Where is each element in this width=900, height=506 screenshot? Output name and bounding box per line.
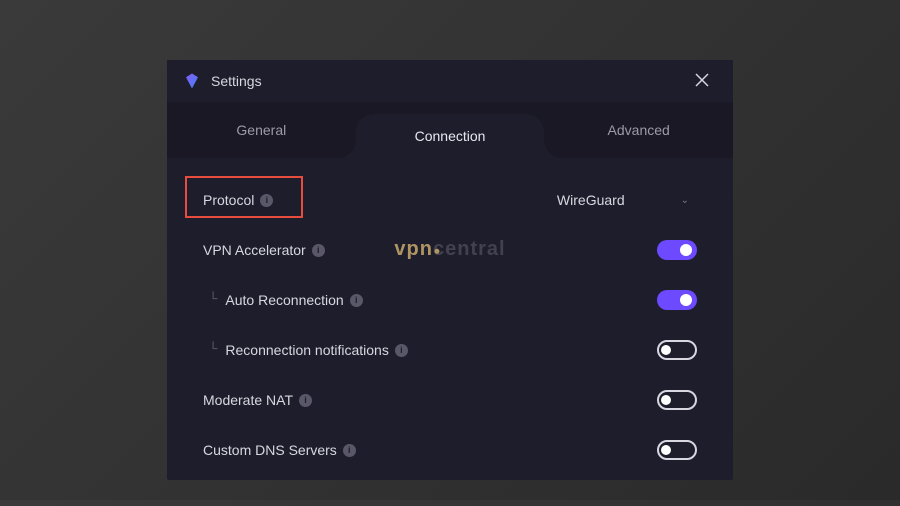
protocol-label-wrap: Protocol i	[203, 192, 557, 208]
moderate-nat-label: Moderate NAT	[203, 392, 293, 408]
setting-custom-dns: Custom DNS Servers i	[203, 436, 697, 464]
tabs-container: General Connection Advanced	[167, 102, 733, 158]
protocol-dropdown[interactable]: WireGuard ⌄	[557, 192, 697, 208]
setting-moderate-nat: Moderate NAT i	[203, 386, 697, 414]
info-icon[interactable]: i	[260, 194, 273, 207]
toggle-knob	[661, 395, 671, 405]
reconnection-notifications-label: Reconnection notifications	[225, 342, 388, 358]
reconnection-notifications-toggle[interactable]	[657, 340, 697, 360]
titlebar: Settings	[167, 60, 733, 102]
vpn-accelerator-label: VPN Accelerator	[203, 242, 306, 258]
toggle-knob	[680, 244, 692, 256]
setting-protocol: Protocol i WireGuard ⌄	[203, 186, 697, 214]
info-icon[interactable]: i	[343, 444, 356, 457]
info-icon[interactable]: i	[299, 394, 312, 407]
toggle-knob	[680, 294, 692, 306]
custom-dns-label-wrap: Custom DNS Servers i	[203, 442, 657, 458]
tree-indicator-icon: └	[209, 292, 217, 308]
tabs: General Connection Advanced	[167, 102, 733, 158]
toggle-knob	[661, 345, 671, 355]
close-icon	[695, 73, 709, 87]
info-icon[interactable]: i	[395, 344, 408, 357]
auto-reconnection-label: Auto Reconnection	[225, 292, 343, 308]
app-logo-icon	[183, 72, 201, 90]
vpn-accelerator-toggle[interactable]	[657, 240, 697, 260]
moderate-nat-label-wrap: Moderate NAT i	[203, 392, 657, 408]
custom-dns-toggle[interactable]	[657, 440, 697, 460]
settings-content: Protocol i WireGuard ⌄ VPN Accelerator i…	[167, 158, 733, 506]
tab-advanced[interactable]: Advanced	[544, 102, 733, 158]
protocol-label: Protocol	[203, 192, 254, 208]
setting-auto-reconnection: └ Auto Reconnection i	[203, 286, 697, 314]
chevron-down-icon: ⌄	[681, 195, 689, 206]
custom-dns-label: Custom DNS Servers	[203, 442, 337, 458]
info-icon[interactable]: i	[350, 294, 363, 307]
close-button[interactable]	[687, 67, 717, 96]
auto-reconnection-label-wrap: └ Auto Reconnection i	[203, 292, 657, 308]
vpn-accelerator-label-wrap: VPN Accelerator i	[203, 242, 657, 258]
setting-vpn-accelerator: VPN Accelerator i	[203, 236, 697, 264]
tree-indicator-icon: └	[209, 342, 217, 358]
protocol-value: WireGuard	[557, 192, 625, 208]
info-icon[interactable]: i	[312, 244, 325, 257]
auto-reconnection-toggle[interactable]	[657, 290, 697, 310]
toggle-knob	[661, 445, 671, 455]
window-title: Settings	[211, 73, 687, 89]
setting-reconnection-notifications: └ Reconnection notifications i	[203, 336, 697, 364]
tab-general[interactable]: General	[167, 102, 356, 158]
reconnection-notifications-label-wrap: └ Reconnection notifications i	[203, 342, 657, 358]
moderate-nat-toggle[interactable]	[657, 390, 697, 410]
settings-window: Settings General Connection Advanced Pro…	[167, 60, 733, 480]
tab-connection[interactable]: Connection	[356, 114, 545, 158]
